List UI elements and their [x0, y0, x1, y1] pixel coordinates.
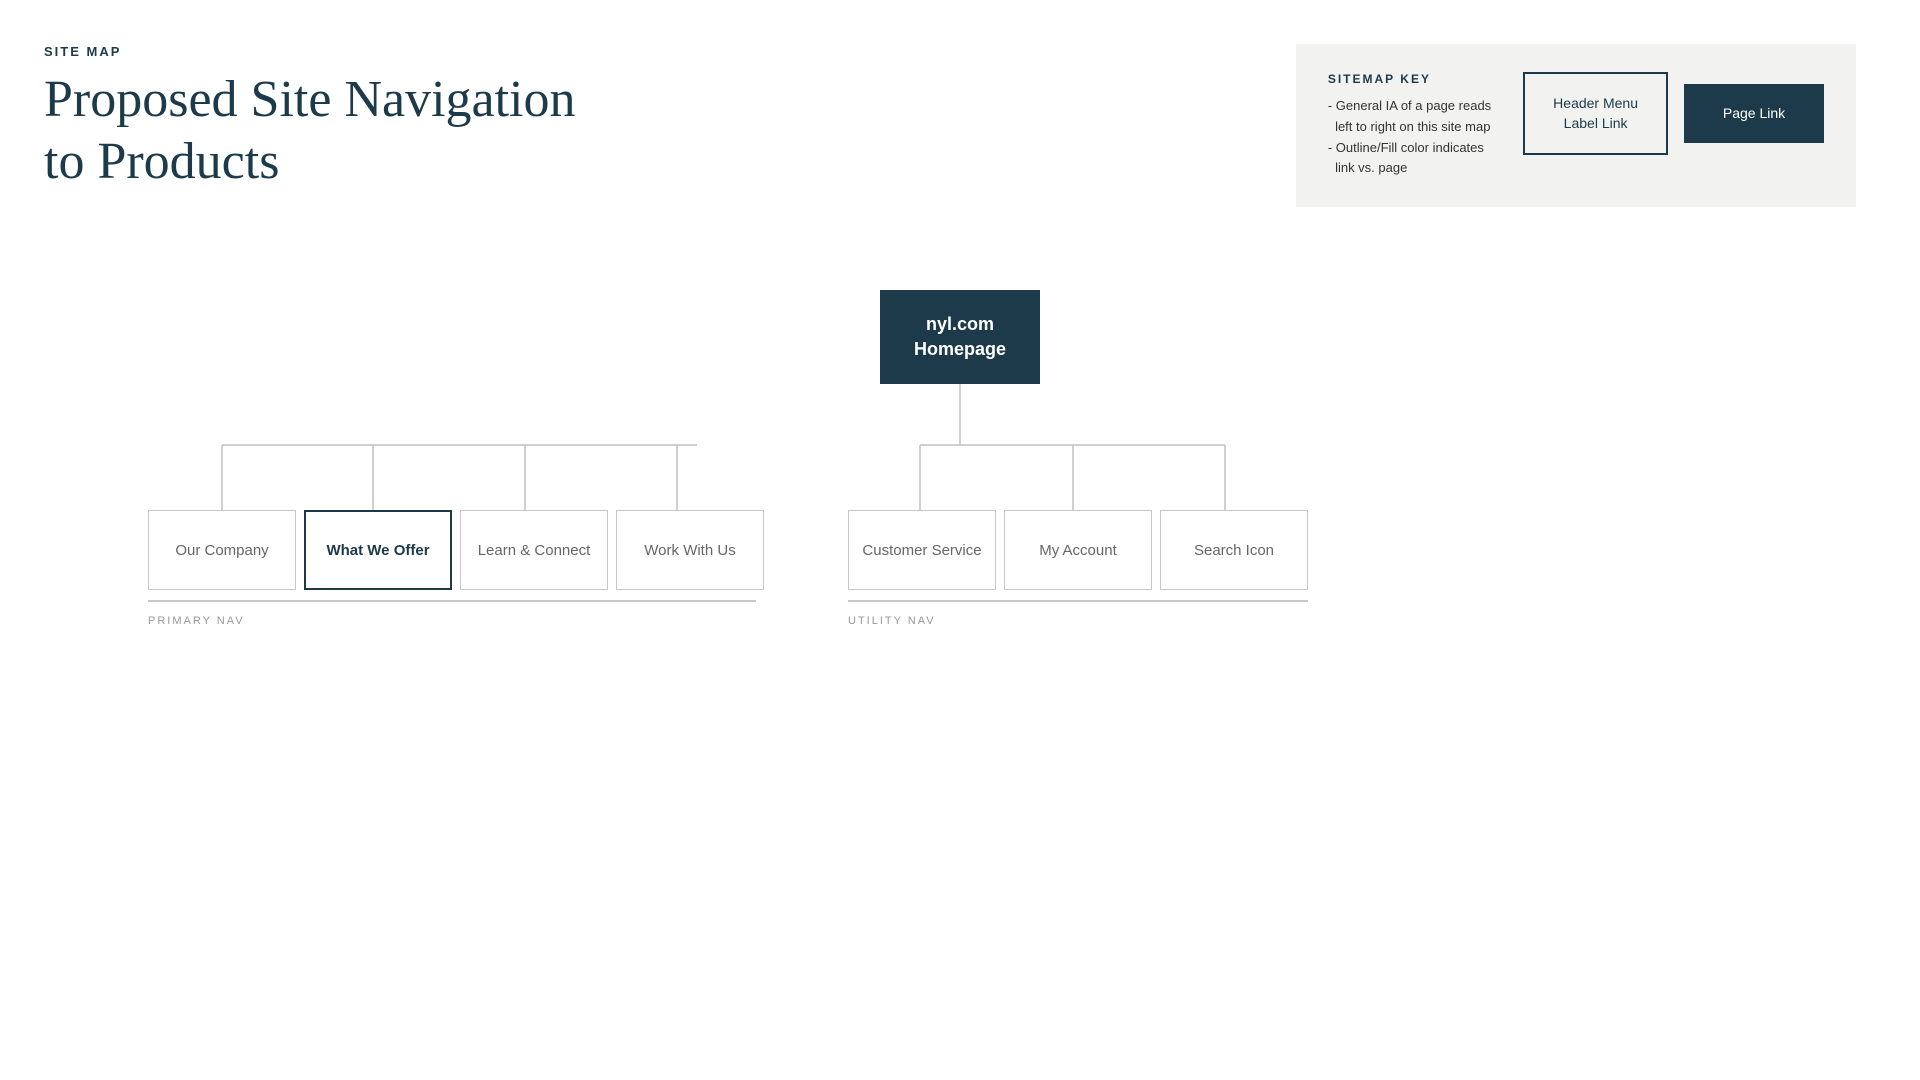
bullet1: - General IA of a page reads left to rig…	[1328, 96, 1491, 138]
utility-nav-item-customer-service[interactable]: Customer Service	[848, 510, 996, 590]
site-map-label: SITE MAP	[44, 44, 576, 59]
page-title-line1: Proposed Site Navigation	[44, 71, 576, 128]
page-title: Proposed Site Navigation to Products	[44, 69, 576, 194]
page-title-line2: to Products	[44, 133, 279, 190]
key-items: Header MenuLabel Link Page Link	[1523, 72, 1824, 155]
key-header-menu-link: Header MenuLabel Link	[1523, 72, 1668, 155]
utility-nav-bottom-line	[848, 600, 1308, 602]
root-node: nyl.com Homepage	[880, 290, 1040, 384]
bullet2: - Outline/Fill color indicates link vs. …	[1328, 138, 1491, 180]
sitemap-key-label: SITEMAP KEY	[1328, 72, 1491, 86]
primary-nav-item-work-with-us[interactable]: Work With Us	[616, 510, 764, 590]
header-left: SITE MAP Proposed Site Navigation to Pro…	[44, 44, 576, 194]
sitemap-key: SITEMAP KEY - General IA of a page reads…	[1296, 44, 1856, 207]
primary-nav-label: PRIMARY NAV	[148, 615, 245, 627]
primary-nav-item-what-we-offer[interactable]: What We Offer	[304, 510, 452, 590]
primary-nav-item-learn-connect[interactable]: Learn & Connect	[460, 510, 608, 590]
sitemap-key-bullets: - General IA of a page reads left to rig…	[1328, 96, 1491, 179]
root-node-line1: nyl.com	[926, 314, 994, 334]
primary-nav-item-our-company[interactable]: Our Company	[148, 510, 296, 590]
key-page-link: Page Link	[1684, 84, 1824, 144]
root-node-line2: Homepage	[914, 339, 1006, 359]
utility-nav: Customer Service My Account Search Icon	[848, 510, 1308, 590]
diagram-wrapper: nyl.com Homepage Our Company What We Off…	[0, 290, 1920, 790]
header: SITE MAP Proposed Site Navigation to Pro…	[0, 0, 1920, 207]
primary-nav: Our Company What We Offer Learn & Connec…	[148, 510, 764, 590]
primary-nav-bottom-line	[148, 600, 756, 602]
sitemap-key-content: SITEMAP KEY - General IA of a page reads…	[1328, 72, 1491, 179]
utility-nav-item-search-icon[interactable]: Search Icon	[1160, 510, 1308, 590]
utility-nav-item-my-account[interactable]: My Account	[1004, 510, 1152, 590]
utility-nav-label: UTILITY NAV	[848, 615, 936, 627]
